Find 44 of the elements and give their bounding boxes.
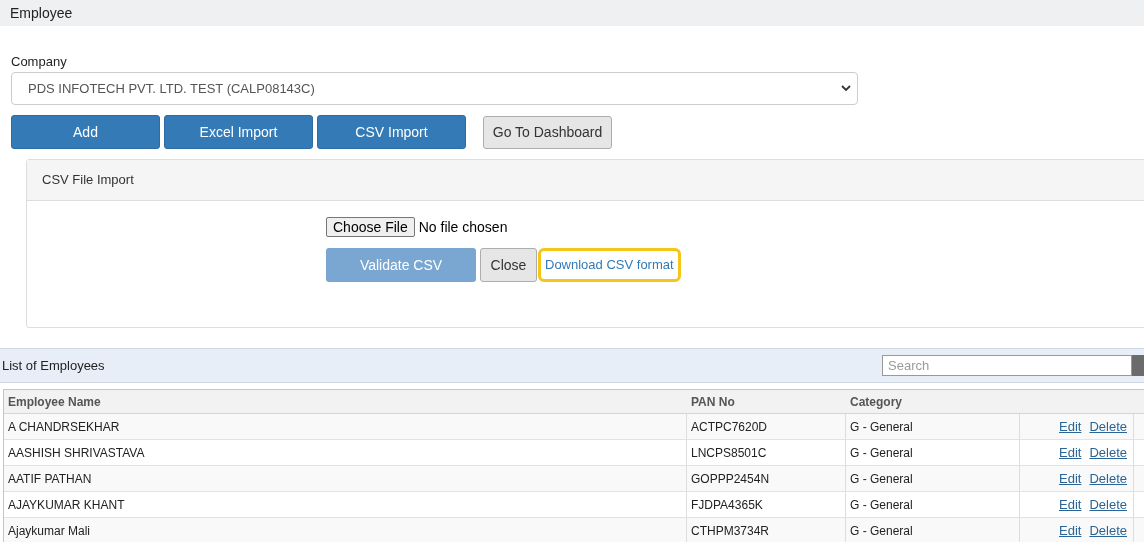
table-cell-text: AASHISH SHRIVASTAVA [8,444,145,462]
row-action-link[interactable]: Edit [1059,442,1082,463]
list-title: List of Employees [1,356,105,375]
row-action-link[interactable]: Edit [1059,494,1082,515]
field-label: Company [11,53,68,71]
row-action-link[interactable]: Edit [1059,520,1082,541]
row-action-link[interactable]: Delete [1089,468,1127,489]
column-header: Category [850,393,902,411]
column-header: PAN No [691,393,735,411]
file-status: No file chosen [418,217,508,237]
row-action-link[interactable]: Edit [1059,468,1082,489]
table-cell-text: GOPPP2454N [691,470,770,488]
search-button[interactable] [1132,355,1144,376]
action-button[interactable]: Excel Import [164,115,313,149]
table-cell-text: G - General [850,470,913,488]
close-button[interactable]: Close [480,248,537,282]
table-cell-text: G - General [850,444,913,462]
table-cell-text: ACTPC7620D [691,418,768,436]
table-cell-text: CTHPM3734R [691,522,770,540]
panel-title: CSV File Import [42,171,134,190]
table-cell-text: LNCPS8501C [691,444,767,462]
row-action-link[interactable]: Delete [1089,520,1127,541]
table-cell-text: AATIF PATHAN [8,470,92,488]
row-action-link[interactable]: Delete [1089,442,1127,463]
action-button[interactable]: Add [11,115,160,149]
table-cell-text: AJAYKUMAR KHANT [8,496,125,514]
row-action-link[interactable]: Edit [1059,416,1082,437]
table-cell-text: A CHANDRSEKHAR [8,418,120,436]
row-action-link[interactable]: Delete [1089,416,1127,437]
search-field[interactable]: Search [882,355,1132,376]
table-cell-text: G - General [850,418,913,436]
download-link[interactable]: Download CSV format [538,248,681,282]
dashboard-button[interactable]: Go To Dashboard [483,115,612,149]
row-action-link[interactable]: Delete [1089,494,1127,515]
column-header: Employee Name [8,393,101,411]
page-title: Employee [10,3,73,23]
table-cell-text: Ajaykumar Mali [8,522,91,540]
caret-icon [841,85,851,92]
table-cell-text: FJDPA4365K [691,496,763,514]
action-button[interactable]: CSV Import [317,115,466,149]
choose-file-button[interactable]: Choose File [326,217,415,237]
table-cell-text: G - General [850,522,913,540]
table-cell-text: G - General [850,496,913,514]
company-dropdown[interactable]: PDS INFOTECH PVT. LTD. TEST (CALP08143C) [11,72,858,105]
